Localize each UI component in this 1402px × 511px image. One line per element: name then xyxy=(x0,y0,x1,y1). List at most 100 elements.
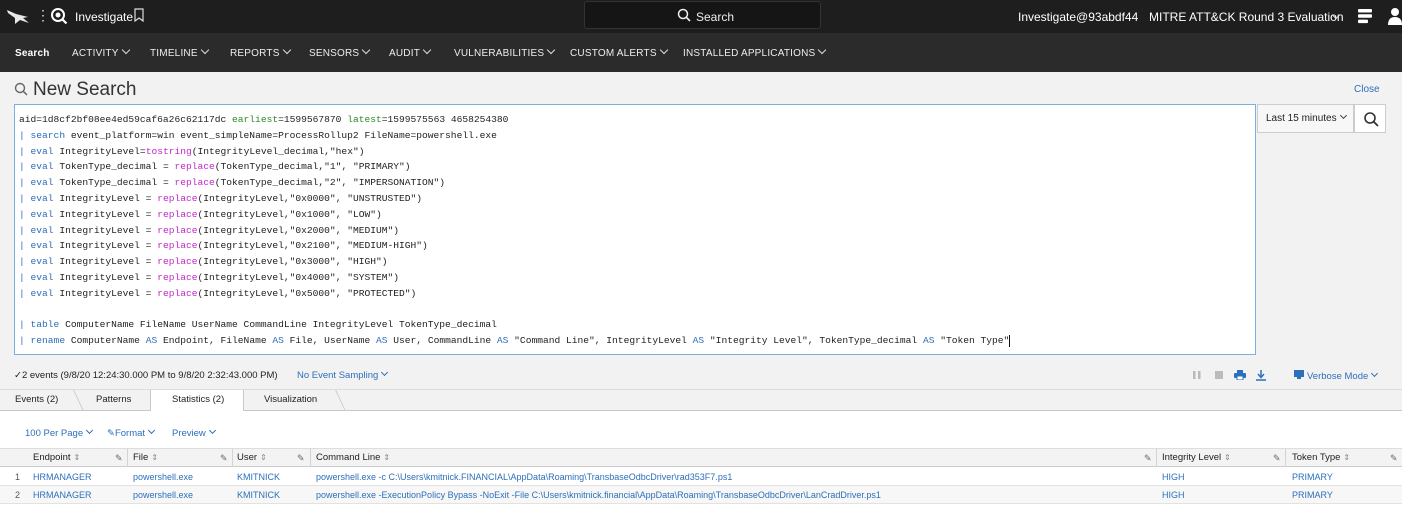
tab-patterns[interactable]: Patterns xyxy=(96,394,131,405)
table-row[interactable]: 1 HRMANAGER powershell.exe KMITNICK powe… xyxy=(0,468,1402,486)
app-name: Investigate xyxy=(75,10,134,24)
search-icon xyxy=(677,8,691,22)
print-icon[interactable] xyxy=(1234,370,1246,380)
nav-sensors[interactable]: SENSORS xyxy=(309,45,371,59)
cell-user[interactable]: KMITNICK xyxy=(237,472,280,482)
query-command-keyword: eval xyxy=(30,161,54,173)
edit-column-icon[interactable]: ✎ xyxy=(297,453,305,464)
edit-column-icon[interactable]: ✎ xyxy=(1273,453,1281,464)
tenant-selector[interactable]: MITRE ATT&CK Round 3 Evaluation xyxy=(1149,10,1344,24)
time-range-label: Last 15 minutes xyxy=(1266,113,1337,124)
column-header-user[interactable]: User ⇕ xyxy=(237,452,267,463)
cell-endpoint[interactable]: HRMANAGER xyxy=(33,472,92,482)
chevron-down-icon xyxy=(1371,369,1379,378)
tab-events[interactable]: Events (2) xyxy=(15,394,58,405)
column-header-integrity-level[interactable]: Integrity Level ⇕ xyxy=(1162,452,1231,463)
sort-icon: ⇕ xyxy=(151,453,159,462)
column-divider xyxy=(1285,449,1286,467)
edit-column-icon[interactable]: ✎ xyxy=(115,453,123,464)
query-eval-target: IntegrityLevel = xyxy=(53,287,158,299)
per-page-dropdown[interactable]: 100 Per Page xyxy=(25,426,94,439)
query-function-args: (IntegrityLevel,"0x2000", "MEDIUM") xyxy=(197,224,400,236)
edit-column-icon[interactable]: ✎ xyxy=(220,453,228,464)
time-range-picker[interactable]: Last 15 minutes xyxy=(1257,104,1354,133)
cell-integrity-level[interactable]: HIGH xyxy=(1162,472,1185,482)
chevron-down-icon xyxy=(818,45,827,55)
nav-reports-label: REPORTS xyxy=(230,48,280,59)
tab-statistics[interactable]: Statistics (2) xyxy=(172,394,224,405)
query-command-keyword: rename xyxy=(30,335,66,347)
nav-search[interactable]: Search xyxy=(15,48,50,59)
query-line: | eval TokenType_decimal = replace(Token… xyxy=(19,177,446,189)
format-dropdown[interactable]: ✎Format xyxy=(107,426,156,439)
close-link[interactable]: Close xyxy=(1354,84,1380,95)
nav-reports[interactable]: REPORTS xyxy=(230,45,291,59)
cell-user[interactable]: KMITNICK xyxy=(237,490,280,500)
column-header-label: Token Type xyxy=(1292,452,1341,463)
nav-audit[interactable]: AUDIT xyxy=(389,45,432,59)
cell-command-line[interactable]: powershell.exe -c C:\Users\kmitnick.FINA… xyxy=(316,472,732,482)
edit-column-icon[interactable]: ✎ xyxy=(1144,453,1152,464)
nav-vulnerabilities[interactable]: VULNERABILITIES xyxy=(454,45,556,59)
nav-activity[interactable]: ACTIVITY xyxy=(72,45,130,59)
column-header-command-line[interactable]: Command Line ⇕ xyxy=(316,452,390,463)
cell-command-line[interactable]: powershell.exe -ExecutionPolicy Bypass -… xyxy=(316,490,881,500)
query-command-keyword: eval xyxy=(30,271,54,283)
user-menu[interactable]: Investigate@93abdf44 xyxy=(1018,10,1138,24)
query-function-name: replace xyxy=(174,161,215,173)
notifications-stack-icon[interactable] xyxy=(1357,8,1373,24)
format-label: Format xyxy=(114,428,146,439)
verbose-mode-dropdown[interactable]: Verbose Mode xyxy=(1294,369,1379,382)
query-function-name: replace xyxy=(157,192,198,204)
download-icon[interactable] xyxy=(1256,370,1266,381)
edit-column-icon[interactable]: ✎ xyxy=(1390,453,1398,464)
query-function-args: (IntegrityLevel,"0x1000", "LOW") xyxy=(197,208,382,220)
bookmark-icon[interactable] xyxy=(133,8,145,22)
column-header-label: User xyxy=(237,452,258,463)
query-command-keyword: table xyxy=(30,319,60,331)
query-function-args: (IntegrityLevel,"0x3000", "HIGH") xyxy=(197,256,388,268)
query-line: | eval IntegrityLevel = replace(Integrit… xyxy=(19,224,400,236)
nav-vulnerabilities-label: VULNERABILITIES xyxy=(454,48,545,59)
query-line: | eval IntegrityLevel = replace(Integrit… xyxy=(19,192,423,204)
query-line: | search event_platform=win event_simple… xyxy=(19,129,497,141)
nav-installed-applications[interactable]: INSTALLED APPLICATIONS xyxy=(683,45,827,59)
event-sampling-dropdown[interactable]: No Event Sampling xyxy=(297,368,389,381)
cell-endpoint[interactable]: HRMANAGER xyxy=(33,490,92,500)
query-rename-text: User, CommandLine xyxy=(387,335,497,347)
cell-file[interactable]: powershell.exe xyxy=(133,472,193,482)
pause-icon[interactable] xyxy=(1193,370,1201,380)
chevron-down-icon xyxy=(148,426,156,435)
search-icon xyxy=(1364,112,1379,127)
cell-file[interactable]: powershell.exe xyxy=(133,490,193,500)
global-search-label: Search xyxy=(696,10,735,24)
status-row: ✓2 events (9/8/20 12:24:30.000 PM to 9/8… xyxy=(0,362,1402,390)
column-header-endpoint[interactable]: Endpoint ⇕ xyxy=(33,452,80,463)
cell-token-type[interactable]: PRIMARY xyxy=(1292,472,1333,482)
cell-integrity-level[interactable]: HIGH xyxy=(1162,490,1185,500)
stop-icon[interactable] xyxy=(1214,370,1224,380)
query-editor[interactable]: aid=1d8cf2bf08ee4ed59caf6a26c62117dc ear… xyxy=(14,104,1256,355)
chevron-down-icon xyxy=(422,45,432,55)
tab-visualization[interactable]: Visualization xyxy=(264,394,317,405)
query-line: | eval IntegrityLevel=tostring(Integrity… xyxy=(19,145,365,157)
nav-custom-alerts[interactable]: CUSTOM ALERTS xyxy=(570,45,668,59)
query-command-keyword: eval xyxy=(30,145,54,157)
nav-timeline[interactable]: TIMELINE xyxy=(150,45,209,59)
column-header-file[interactable]: File ⇕ xyxy=(133,452,158,463)
query-as-keyword: AS xyxy=(692,335,705,347)
search-icon xyxy=(14,82,28,96)
more-menu-icon[interactable]: ⋮ xyxy=(36,7,50,24)
table-row[interactable]: 2 HRMANAGER powershell.exe KMITNICK powe… xyxy=(0,486,1402,504)
column-header-token-type[interactable]: Token Type ⇕ xyxy=(1292,452,1350,463)
chevron-down-icon xyxy=(121,45,130,55)
falcon-logo-icon[interactable] xyxy=(6,8,30,26)
preview-dropdown[interactable]: Preview xyxy=(172,426,216,439)
query-line xyxy=(19,304,25,315)
run-search-button[interactable] xyxy=(1354,104,1386,133)
global-search-input[interactable]: Search xyxy=(584,1,821,29)
query-command-keyword: eval xyxy=(30,192,54,204)
cell-token-type[interactable]: PRIMARY xyxy=(1292,490,1333,500)
query-as-keyword: AS xyxy=(145,335,158,347)
account-icon[interactable] xyxy=(1388,7,1402,25)
